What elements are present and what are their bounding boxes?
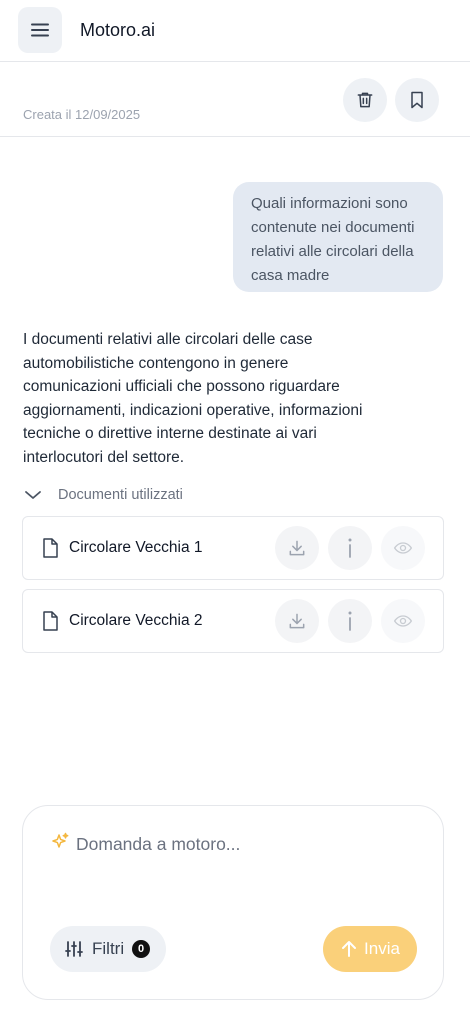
composer: Filtri 0 Invia: [22, 805, 444, 1000]
assistant-message: I documenti relativi alle circolari dell…: [23, 331, 363, 466]
preview-button[interactable]: [381, 526, 425, 570]
info-icon: [348, 611, 352, 631]
documents-toggle-label: Documenti utilizzati: [58, 487, 183, 503]
file-icon: [43, 538, 58, 558]
document-name: Circolare Vecchia 1: [69, 539, 203, 556]
info-icon: [348, 538, 352, 558]
sparkles-icon: [52, 832, 69, 848]
filters-count-badge: 0: [132, 940, 151, 958]
menu-icon: [31, 23, 49, 37]
trash-icon: [357, 92, 373, 108]
download-icon: [289, 613, 305, 629]
created-date: Creata il 12/09/2025: [23, 107, 141, 122]
document-card: Circolare Vecchia 2: [22, 589, 444, 653]
file-icon: [43, 611, 58, 631]
info-button[interactable]: [328, 526, 372, 570]
info-button[interactable]: [328, 599, 372, 643]
user-message: Quali informazioni sono contenute nei do…: [233, 182, 443, 292]
download-icon: [289, 540, 305, 556]
bookmark-icon: [411, 91, 423, 109]
eye-icon: [393, 615, 413, 627]
bookmark-button[interactable]: [395, 78, 439, 122]
menu-button[interactable]: [18, 7, 62, 53]
send-label: Invia: [364, 939, 400, 958]
arrow-up-icon: [342, 941, 357, 957]
document-card: Circolare Vecchia 1: [22, 516, 444, 580]
filters-label: Filtri: [92, 939, 125, 958]
documents-toggle[interactable]: Documenti utilizzati: [23, 484, 183, 506]
eye-icon: [393, 542, 413, 554]
filters-button[interactable]: Filtri 0: [50, 926, 166, 972]
send-button[interactable]: Invia: [323, 926, 417, 972]
delete-button[interactable]: [343, 78, 387, 122]
top-bar: Motoro.ai: [0, 0, 470, 62]
document-name: Circolare Vecchia 2: [69, 612, 203, 629]
question-input[interactable]: [76, 834, 416, 855]
conversation-header: Creata il 12/09/2025: [0, 62, 470, 137]
app-title: Motoro.ai: [80, 20, 156, 40]
preview-button[interactable]: [381, 599, 425, 643]
sliders-icon: [65, 941, 83, 957]
download-button[interactable]: [275, 599, 319, 643]
download-button[interactable]: [275, 526, 319, 570]
chevron-down-icon: [25, 491, 41, 499]
